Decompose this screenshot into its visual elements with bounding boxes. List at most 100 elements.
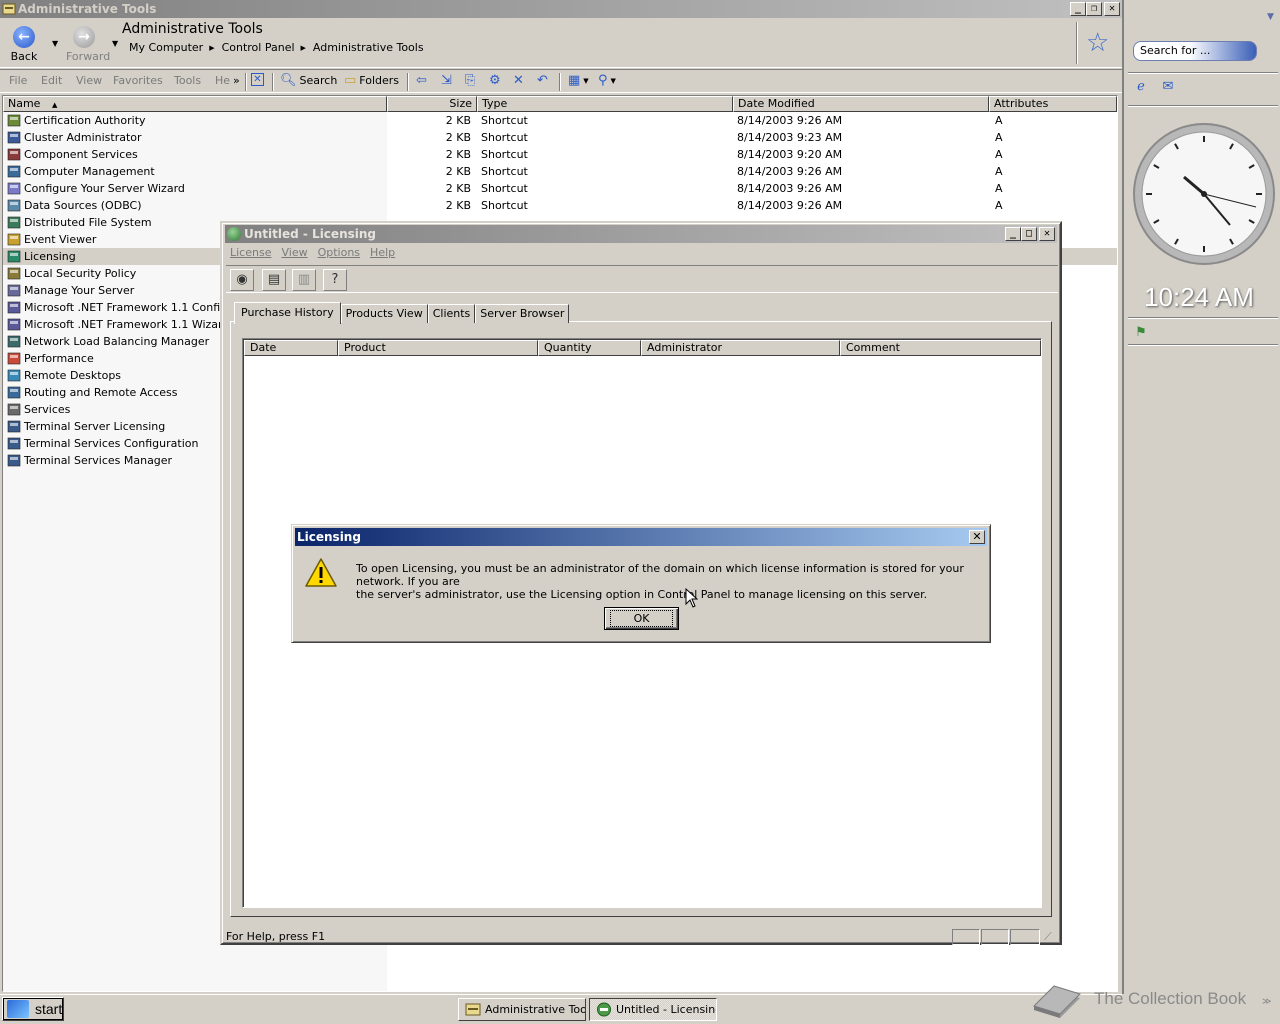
watermark: The Collection Book xyxy=(1030,976,1280,1024)
column-size[interactable]: Size xyxy=(387,96,477,112)
file-date-modified: 8/14/2003 9:26 AM xyxy=(737,182,843,195)
licensing-tabs: Purchase History Products View Clients S… xyxy=(234,301,570,324)
menu-help[interactable]: Help xyxy=(367,246,402,259)
file-row[interactable]: Component Services 2 KB Shortcut 8/14/2003 … xyxy=(3,146,1117,163)
breadcrumb-admin-tools[interactable]: Administrative Tools xyxy=(306,41,430,55)
new-license-icon[interactable]: ▤ xyxy=(262,269,286,291)
taskbar: start Administrative Tools Untitled - Li… xyxy=(0,994,1122,1024)
back-button[interactable]: ← Back xyxy=(6,18,42,63)
dialog-titlebar[interactable]: Licensing ✕ xyxy=(295,528,987,546)
move-to-icon[interactable]: ⇲ xyxy=(441,73,452,88)
ok-button[interactable]: OK xyxy=(604,607,679,630)
licensing-titlebar[interactable]: Untitled - Licensing _ □ ✕ xyxy=(225,225,1057,243)
file-row[interactable]: Certification Authority 2 KB Shortcut 8/14/… xyxy=(3,112,1117,129)
menu-view[interactable]: View xyxy=(278,246,314,259)
dialog-close-button[interactable]: ✕ xyxy=(969,530,985,544)
file-size: 2 KB xyxy=(445,114,471,127)
column-product[interactable]: Product xyxy=(338,340,538,356)
file-size: 2 KB xyxy=(445,199,471,212)
file-name: Routing and Remote Access xyxy=(24,386,178,399)
menu-help[interactable]: He xyxy=(215,74,230,87)
status-panel xyxy=(981,929,1009,945)
menu-favorites[interactable]: Favorites xyxy=(113,74,163,87)
column-quantity[interactable]: Quantity xyxy=(538,340,641,356)
file-row[interactable]: Data Sources (ODBC) 2 KB Shortcut 8/14/2003… xyxy=(3,197,1117,214)
menu-license[interactable]: License xyxy=(227,246,278,259)
file-row[interactable]: Configure Your Server Wizard 2 KB Shortcut… xyxy=(3,180,1117,197)
shortcut-icon xyxy=(7,267,21,280)
column-administrator[interactable]: Administrator xyxy=(641,340,840,356)
licensing-error-dialog: Licensing ✕ To open Licensing, you must … xyxy=(291,524,991,643)
file-name: Local Security Policy xyxy=(24,267,137,280)
address-title: Administrative Tools xyxy=(122,21,263,37)
folders-button[interactable]: ▭ Folders xyxy=(344,73,399,88)
menu-overflow-icon[interactable]: » xyxy=(233,74,240,87)
outlook-icon[interactable]: ✉ xyxy=(1160,79,1176,95)
minimize-button[interactable]: _ xyxy=(1005,227,1021,241)
forward-arrow-icon: → xyxy=(73,26,95,48)
delete-icon[interactable]: ✕ xyxy=(513,73,524,88)
licensing-app-icon xyxy=(597,1002,611,1017)
back-dropdown-icon[interactable]: ▼ xyxy=(52,39,58,48)
column-name[interactable]: Name ▲ xyxy=(3,96,387,112)
views-icon[interactable]: ▦ ▼ xyxy=(568,73,589,88)
select-domain-icon[interactable]: ◉ xyxy=(230,269,254,291)
maximize-button[interactable]: □ xyxy=(1021,227,1037,241)
shortcut-icon xyxy=(7,216,21,229)
task-administrative-tools[interactable]: Administrative Tools xyxy=(458,998,586,1021)
properties-icon[interactable]: ▥ xyxy=(292,269,316,291)
properties-icon[interactable]: ⚙ xyxy=(489,73,501,88)
column-date-modified[interactable]: Date Modified xyxy=(733,96,989,112)
up-folder-icon[interactable]: ⇦ xyxy=(416,73,427,88)
column-date[interactable]: Date xyxy=(244,340,338,356)
sidebar-collapse-icon[interactable]: ▼ xyxy=(1267,12,1274,22)
file-attributes: A xyxy=(995,131,1003,144)
forward-button[interactable]: → Forward xyxy=(66,18,110,63)
task-untitled-licensing[interactable]: Untitled - Licensing xyxy=(589,998,717,1021)
close-button[interactable]: ✕ xyxy=(1104,2,1120,16)
column-name-label: Name xyxy=(8,97,41,110)
favorites-star-icon[interactable]: ☆ xyxy=(1086,28,1109,58)
file-type: Shortcut xyxy=(481,165,528,178)
close-button[interactable]: ✕ xyxy=(1039,227,1055,241)
shortcut-icon xyxy=(7,114,21,127)
explorer-titlebar[interactable]: Administrative Tools _ ❐ ✕ xyxy=(0,0,1122,18)
menu-tools[interactable]: Tools xyxy=(174,74,201,87)
menu-view[interactable]: View xyxy=(76,74,102,87)
file-name: Distributed File System xyxy=(24,216,152,229)
shortcut-icon xyxy=(7,386,21,399)
tab-purchase-history[interactable]: Purchase History xyxy=(234,302,341,324)
search-button[interactable]: 🔍︎ Search xyxy=(280,73,337,88)
forward-dropdown-icon[interactable]: ▼ xyxy=(112,39,118,48)
menu-edit[interactable]: Edit xyxy=(41,74,62,87)
folders-label: Folders xyxy=(359,74,400,87)
breadcrumb-control-panel[interactable]: Control Panel xyxy=(215,41,301,55)
close-pane-icon[interactable]: ✕ xyxy=(251,73,264,86)
sidebar-search-input[interactable]: Search for ... xyxy=(1133,41,1257,61)
tab-server-browser[interactable]: Server Browser xyxy=(475,304,570,323)
undo-icon[interactable]: ↶ xyxy=(537,73,548,88)
minimize-button[interactable]: _ xyxy=(1070,2,1086,16)
tab-clients[interactable]: Clients xyxy=(427,304,476,323)
column-attributes[interactable]: Attributes xyxy=(989,96,1117,112)
breadcrumb-my-computer[interactable]: My Computer xyxy=(122,41,209,55)
shortcut-icon xyxy=(7,233,21,246)
tab-products-view[interactable]: Products View xyxy=(340,304,428,323)
recycle-tile-icon[interactable]: ⚑ xyxy=(1133,325,1149,341)
menu-file[interactable]: File xyxy=(9,74,27,87)
internet-explorer-icon[interactable]: ℯ xyxy=(1133,79,1149,95)
restore-button[interactable]: ❐ xyxy=(1086,2,1102,16)
column-comment[interactable]: Comment xyxy=(840,340,1041,356)
file-type: Shortcut xyxy=(481,148,528,161)
file-type: Shortcut xyxy=(481,131,528,144)
file-row[interactable]: Cluster Administrator 2 KB Shortcut 8/14/20… xyxy=(3,129,1117,146)
menu-options[interactable]: Options xyxy=(315,246,367,259)
file-row[interactable]: Computer Management 2 KB Shortcut 8/14/2003… xyxy=(3,163,1117,180)
help-icon[interactable]: ? xyxy=(323,269,347,291)
shortcut-icon xyxy=(7,165,21,178)
find-icon[interactable]: ⚲ ▼ xyxy=(598,73,616,88)
column-type[interactable]: Type xyxy=(477,96,733,112)
resize-grip-icon[interactable]: ⟋ xyxy=(1044,929,1052,945)
copy-to-icon[interactable]: ⎘ xyxy=(465,73,475,88)
start-button[interactable]: start xyxy=(2,997,64,1021)
